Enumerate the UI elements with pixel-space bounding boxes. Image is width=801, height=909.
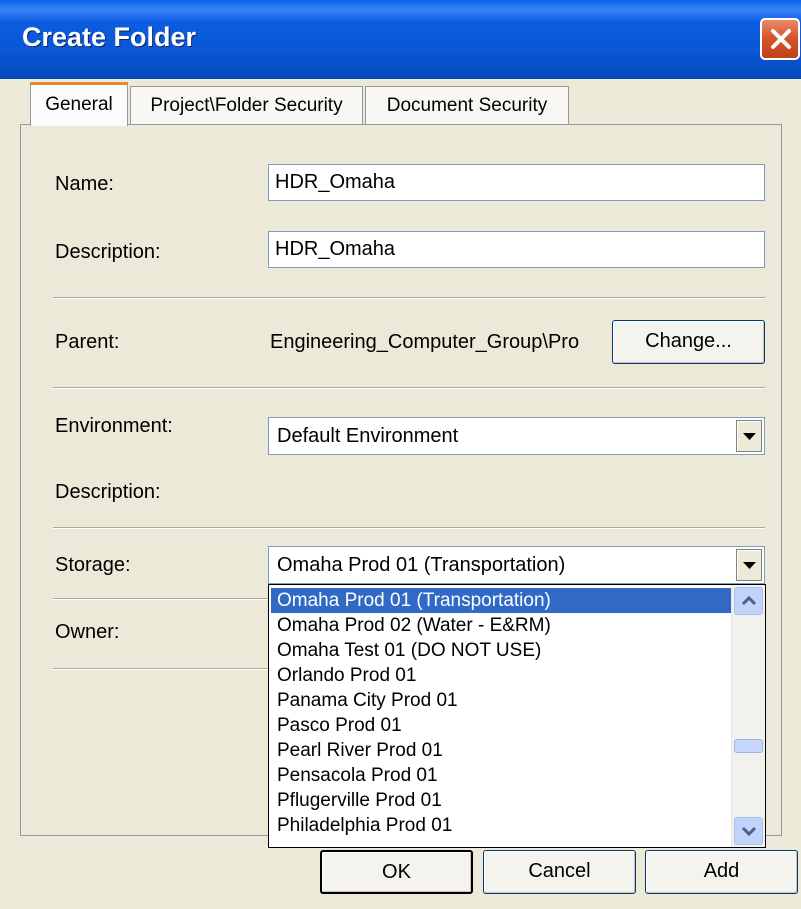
- storage-option[interactable]: Panama City Prod 01: [271, 688, 731, 713]
- create-folder-dialog: Create Folder General Project\Folder Sec…: [0, 0, 801, 909]
- storage-option[interactable]: Omaha Test 01 (DO NOT USE): [271, 638, 731, 663]
- name-label: Name:: [55, 173, 114, 195]
- parent-label: Parent:: [55, 331, 120, 353]
- environment-select[interactable]: Default Environment: [268, 417, 765, 455]
- storage-option[interactable]: Orlando Prod 01: [271, 663, 731, 688]
- ok-button[interactable]: OK: [320, 850, 473, 894]
- separator: [53, 387, 765, 389]
- storage-option[interactable]: Pearl River Prod 01: [271, 738, 731, 763]
- storage-dropdown-list[interactable]: Omaha Prod 01 (Transportation) Omaha Pro…: [268, 584, 766, 848]
- storage-option[interactable]: Pasco Prod 01: [271, 713, 731, 738]
- chevron-up-icon: [741, 596, 757, 606]
- storage-option[interactable]: Pensacola Prod 01: [271, 763, 731, 788]
- change-parent-button[interactable]: Change...: [612, 320, 765, 364]
- storage-value: Omaha Prod 01 (Transportation): [277, 554, 566, 576]
- separator: [53, 527, 765, 529]
- storage-label: Storage:: [55, 554, 131, 576]
- parent-value: Engineering_Computer_Group\Pro: [270, 331, 580, 353]
- description-input[interactable]: HDR_Omaha: [268, 231, 765, 268]
- environment-label: Environment:: [55, 415, 173, 437]
- close-button[interactable]: [760, 18, 800, 60]
- environment-value: Default Environment: [277, 425, 459, 447]
- chevron-down-icon: [743, 562, 756, 569]
- storage-option[interactable]: Philadelphia Prod 01: [271, 813, 731, 838]
- window-title: Create Folder: [22, 22, 197, 52]
- environment-dropdown-button[interactable]: [736, 420, 762, 452]
- tab-project-folder-security[interactable]: Project\Folder Security: [130, 86, 363, 126]
- tab-general[interactable]: General: [30, 82, 128, 126]
- storage-option[interactable]: Omaha Prod 02 (Water - E&RM): [271, 613, 731, 638]
- storage-select[interactable]: Omaha Prod 01 (Transportation): [268, 546, 765, 584]
- close-icon: [771, 29, 791, 49]
- tab-label: General: [45, 94, 113, 115]
- scroll-down-button[interactable]: [734, 817, 763, 845]
- add-button[interactable]: Add: [645, 850, 798, 894]
- cancel-button[interactable]: Cancel: [483, 850, 636, 894]
- tab-document-security[interactable]: Document Security: [365, 86, 569, 126]
- title-bar[interactable]: Create Folder: [0, 0, 801, 79]
- storage-option[interactable]: Omaha Prod 01 (Transportation): [271, 588, 731, 613]
- scroll-thumb[interactable]: [734, 739, 763, 753]
- chevron-down-icon: [743, 433, 756, 440]
- environment-description-label: Description:: [55, 481, 161, 503]
- tab-label: Document Security: [386, 95, 548, 116]
- scroll-up-button[interactable]: [734, 587, 763, 615]
- separator: [53, 297, 765, 299]
- dropdown-scrollbar[interactable]: [731, 585, 765, 847]
- description-label: Description:: [55, 241, 161, 263]
- storage-dropdown-button[interactable]: [736, 549, 762, 581]
- name-input[interactable]: HDR_Omaha: [268, 164, 765, 201]
- tab-label: Project\Folder Security: [150, 95, 343, 116]
- storage-option[interactable]: Pflugerville Prod 01: [271, 788, 731, 813]
- chevron-down-icon: [741, 826, 757, 836]
- owner-label: Owner:: [55, 621, 120, 643]
